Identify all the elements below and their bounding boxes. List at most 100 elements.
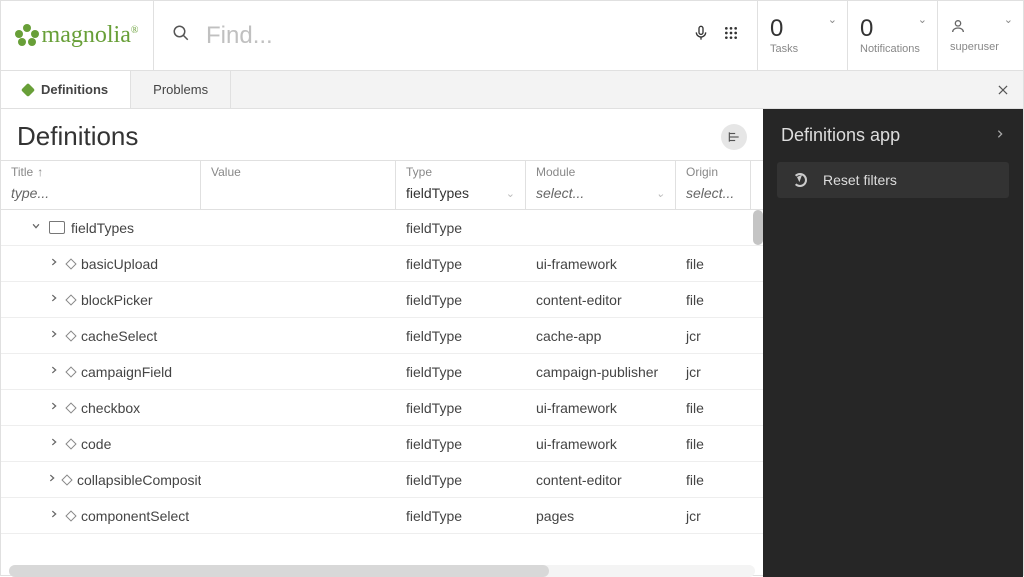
col-header-origin[interactable]: Origin — [676, 161, 751, 181]
col-header-value[interactable]: Value — [201, 161, 396, 181]
row-origin: file — [676, 436, 751, 452]
row-title: fieldTypes — [71, 220, 134, 236]
global-search — [154, 1, 758, 70]
row-type: fieldType — [396, 472, 526, 488]
tasks-label: Tasks — [770, 43, 835, 55]
expand-icon[interactable] — [47, 401, 61, 414]
notifications-label: Notifications — [860, 43, 925, 55]
logo[interactable]: magnolia® — [1, 1, 154, 70]
node-icon — [65, 294, 76, 305]
filter-type[interactable]: fieldTypes⌄ — [396, 181, 526, 210]
column-filters: type... fieldTypes⌄ select...⌄ select... — [1, 181, 763, 210]
node-icon — [65, 366, 76, 377]
row-module: ui-framework — [526, 256, 676, 272]
logo-registered-icon: ® — [131, 25, 139, 36]
node-icon — [65, 438, 76, 449]
scrollbar-horizontal[interactable] — [9, 565, 755, 577]
row-module: ui-framework — [526, 400, 676, 416]
toggle-tree-list-button[interactable] — [721, 124, 747, 150]
tasks-dropdown[interactable]: 0 Tasks ⌄ — [758, 1, 848, 70]
row-type: fieldType — [396, 508, 526, 524]
page-title: Definitions — [17, 121, 721, 152]
scrollbar-vertical[interactable] — [753, 210, 763, 245]
row-module: cache-app — [526, 328, 676, 344]
filter-module[interactable]: select...⌄ — [526, 181, 676, 210]
table-row[interactable]: basicUploadfieldTypeui-frameworkfile — [1, 246, 763, 282]
table-row[interactable]: blockPicker fieldTypecontent-editorfile — [1, 282, 763, 318]
row-module: ui-framework — [526, 436, 676, 452]
logo-flower-icon — [16, 24, 38, 46]
expand-icon[interactable] — [47, 365, 61, 378]
row-title: componentSelect — [81, 508, 189, 524]
row-title: checkbox — [81, 400, 140, 416]
row-type: fieldType — [396, 328, 526, 344]
row-module: pages — [526, 508, 676, 524]
voice-search-icon[interactable] — [693, 23, 709, 48]
expand-icon[interactable] — [47, 329, 61, 342]
chevron-down-icon: ⌄ — [1004, 13, 1013, 26]
node-icon — [65, 330, 76, 341]
search-icon[interactable] — [172, 24, 190, 47]
action-sidebar: Definitions app Reset filters — [763, 109, 1023, 577]
expand-icon[interactable] — [47, 257, 61, 270]
app-header: magnolia® 0 Tasks ⌄ 0 Notifications ⌄ su… — [1, 1, 1023, 71]
table-row[interactable]: componentSelect fieldTypepagesjcr — [1, 498, 763, 534]
row-origin: jcr — [676, 328, 751, 344]
row-origin: file — [676, 292, 751, 308]
col-header-title[interactable]: Title↑ — [1, 161, 201, 181]
row-type: fieldType — [396, 292, 526, 308]
logo-text: magnolia — [42, 22, 131, 48]
notifications-dropdown[interactable]: 0 Notifications ⌄ — [848, 1, 938, 70]
close-app-button[interactable] — [983, 71, 1023, 108]
chevron-down-icon: ⌄ — [918, 13, 927, 26]
row-title: code — [81, 436, 111, 452]
action-label: Reset filters — [823, 172, 897, 188]
filter-title[interactable]: type... — [1, 181, 201, 210]
node-icon — [65, 258, 76, 269]
table-row[interactable]: fieldTypesfieldType — [1, 210, 763, 246]
sidebar-title: Definitions app — [781, 125, 900, 146]
refresh-icon — [793, 173, 807, 187]
row-module: content-editor — [526, 292, 676, 308]
table-row[interactable]: campaignField fieldTypecampaign-publisher… — [1, 354, 763, 390]
tab-label: Definitions — [41, 82, 108, 97]
col-header-type[interactable]: Type — [396, 161, 526, 181]
table-row[interactable]: collapsibleCompositefieldTypecontent-edi… — [1, 462, 763, 498]
user-name: superuser — [950, 41, 1011, 53]
row-title: campaignField — [81, 364, 172, 380]
row-type: fieldType — [396, 364, 526, 380]
search-input[interactable] — [204, 21, 679, 51]
user-menu[interactable]: superuser ⌄ — [938, 1, 1023, 70]
tab-problems[interactable]: Problems — [131, 71, 231, 108]
filter-origin[interactable]: select... — [676, 181, 751, 210]
col-header-module[interactable]: Module — [526, 161, 676, 181]
row-module: campaign-publisher — [526, 364, 676, 380]
app-launcher-icon[interactable] — [723, 25, 739, 46]
row-type: fieldType — [396, 256, 526, 272]
row-title: basicUpload — [81, 256, 158, 272]
chevron-right-icon[interactable] — [995, 125, 1005, 146]
subapp-tabs: Definitions Problems — [1, 71, 1023, 109]
tasks-count: 0 — [770, 17, 835, 41]
table-row[interactable]: codefieldTypeui-frameworkfile — [1, 426, 763, 462]
reset-filters-button[interactable]: Reset filters — [777, 162, 1009, 198]
col-scroll-gutter — [751, 181, 763, 210]
expand-icon[interactable] — [47, 473, 57, 486]
col-scroll-gutter — [751, 161, 763, 181]
row-title: blockPicker — [81, 292, 153, 308]
chevron-down-icon: ⌄ — [506, 187, 515, 200]
filter-value[interactable] — [201, 181, 396, 210]
table-row[interactable]: cacheSelectfieldTypecache-appjcr — [1, 318, 763, 354]
row-origin: jcr — [676, 508, 751, 524]
definitions-tree: fieldTypesfieldTypebasicUploadfieldTypeu… — [1, 210, 763, 561]
tab-label: Problems — [153, 82, 208, 97]
row-module: content-editor — [526, 472, 676, 488]
node-icon — [65, 402, 76, 413]
collapse-icon[interactable] — [29, 221, 43, 234]
table-row[interactable]: checkboxfieldTypeui-frameworkfile — [1, 390, 763, 426]
expand-icon[interactable] — [47, 437, 61, 450]
tab-definitions[interactable]: Definitions — [1, 71, 131, 108]
expand-icon[interactable] — [47, 293, 61, 306]
expand-icon[interactable] — [47, 509, 61, 522]
chevron-down-icon: ⌄ — [828, 13, 837, 26]
